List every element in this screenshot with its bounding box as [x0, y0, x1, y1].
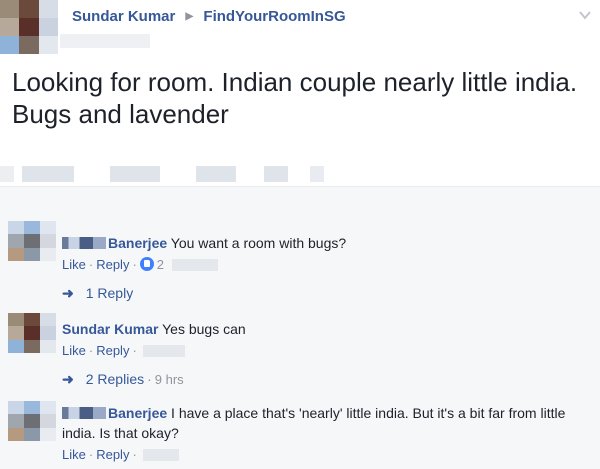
commenter-name-link[interactable]: Banerjee [62, 235, 167, 251]
comment-body: Sundar Kumar Yes bugs can Like · Reply · [62, 319, 582, 361]
blurred-timestamp [60, 34, 150, 48]
like-link[interactable]: Like [62, 447, 86, 462]
replies-count[interactable]: 2 Replies [86, 371, 144, 387]
like-link[interactable]: Like [62, 257, 86, 272]
comment-body: Banerjee I have a place that's 'nearly' … [62, 403, 572, 465]
replies-count[interactable]: 1 Reply [86, 285, 133, 301]
reply-link[interactable]: Reply [96, 257, 129, 272]
commenter-avatar[interactable] [8, 221, 56, 261]
like-link[interactable]: Like [62, 343, 86, 358]
blurred-first-name [62, 407, 106, 419]
triangle-right-icon: ▶ [185, 11, 194, 22]
comments-section: Banerjee You want a room with bugs? Like… [0, 186, 600, 469]
commenter-avatar[interactable] [8, 313, 56, 353]
post-action-bar [0, 150, 600, 186]
commenter-avatar[interactable] [8, 401, 56, 441]
view-replies-2[interactable]: ➜ 2 Replies · 9 hrs [62, 371, 184, 388]
comment-body: Banerjee You want a room with bugs? Like… [62, 233, 582, 275]
reply-link[interactable]: Reply [96, 447, 129, 462]
like-reaction-icon[interactable] [139, 257, 154, 271]
chevron-down-icon[interactable] [578, 8, 592, 22]
replies-time: 9 hrs [154, 372, 184, 387]
blurred-timestamp [143, 345, 186, 357]
blurred-timestamp [143, 449, 180, 461]
post-author-line: Sundar Kumar ▶ FindYourRoomInSG [72, 8, 346, 25]
view-replies-1[interactable]: ➜ 1 Reply [62, 285, 133, 302]
blurred-first-name [62, 237, 106, 249]
comment-text: Yes bugs can [162, 321, 246, 337]
comment-actions: Like · Reply · 2 [62, 255, 582, 275]
author-avatar[interactable] [0, 0, 58, 54]
blurred-timestamp [171, 259, 218, 271]
comment-text: You want a room with bugs? [170, 235, 347, 251]
comment-actions: Like · Reply · [62, 445, 572, 465]
comment-actions: Like · Reply · [62, 341, 582, 361]
reply-arrow-icon: ➜ [62, 285, 74, 301]
group-name-link[interactable]: FindYourRoomInSG [203, 8, 345, 25]
reply-arrow-icon: ➜ [62, 371, 74, 387]
reaction-count[interactable]: 2 [157, 257, 164, 272]
post-header: Sundar Kumar ▶ FindYourRoomInSG [0, 0, 600, 54]
post-text: Looking for room. Indian couple nearly l… [12, 67, 578, 129]
author-name-link[interactable]: Sundar Kumar [72, 8, 175, 25]
commenter-name-link[interactable]: Banerjee [62, 405, 167, 421]
reply-link[interactable]: Reply [96, 343, 129, 358]
commenter-name-link[interactable]: Sundar Kumar [62, 321, 158, 337]
